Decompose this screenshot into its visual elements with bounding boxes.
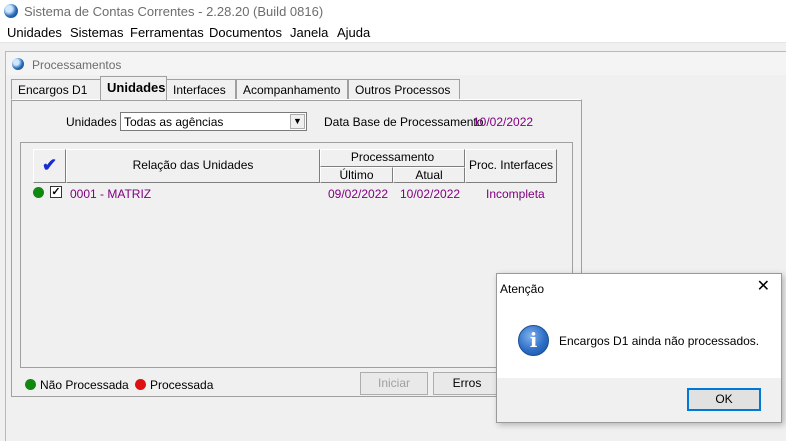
select-all-header[interactable]: ✔ [33, 149, 66, 183]
data-base-value: 10/02/2022 [473, 115, 534, 129]
row-atual: 10/02/2022 [400, 187, 461, 201]
alert-dialog: Atenção ✕ i Encargos D1 ainda não proces… [496, 273, 782, 423]
checkmark-icon: ✔ [42, 155, 58, 175]
ok-button[interactable]: OK [687, 388, 761, 411]
legend-red-dot [135, 379, 146, 390]
header-proc-interfaces[interactable]: Proc. Interfaces [465, 149, 557, 183]
legend-green-dot [25, 379, 36, 390]
menu-bar: Unidades Sistemas Ferramentas Documentos… [0, 24, 786, 43]
info-icon: i [518, 325, 549, 356]
dialog-message: Encargos D1 ainda não processados. [559, 334, 760, 348]
unidades-label: Unidades [66, 115, 117, 129]
header-ultimo[interactable]: Último [320, 167, 393, 183]
row-interfaces: Incompleta [486, 187, 545, 201]
close-icon[interactable]: ✕ [757, 279, 770, 295]
legend-nao-processada: Não Processada [40, 378, 129, 392]
tab-interfaces[interactable]: Interfaces [166, 79, 236, 99]
chevron-down-icon[interactable]: ▼ [290, 114, 305, 129]
tab-encargos-d1[interactable]: Encargos D1 [11, 79, 102, 99]
unidades-select-value: Todas as agências [124, 115, 224, 129]
header-relacao[interactable]: Relação das Unidades [66, 149, 320, 183]
dialog-title: Atenção [500, 282, 545, 296]
row-ultimo: 09/02/2022 [328, 187, 389, 201]
tab-acompanhamento[interactable]: Acompanhamento [236, 79, 348, 99]
data-base-label: Data Base de Processamento [324, 115, 484, 129]
iniciar-button[interactable]: Iniciar [360, 372, 428, 395]
app-icon [4, 4, 18, 18]
menu-documentos[interactable]: Documentos [209, 25, 282, 40]
title-bar: Sistema de Contas Correntes - 2.28.20 (B… [0, 0, 786, 24]
menu-ferramentas[interactable]: Ferramentas [130, 25, 204, 40]
menu-janela[interactable]: Janela [290, 25, 328, 40]
tab-unidades[interactable]: Unidades [100, 76, 167, 100]
child-app-icon [12, 58, 24, 70]
row-checkbox[interactable]: ✓ [50, 186, 62, 198]
window-title: Sistema de Contas Correntes - 2.28.20 (B… [24, 4, 324, 19]
menu-sistemas[interactable]: Sistemas [70, 25, 123, 40]
row-unidade: 0001 - MATRIZ [70, 187, 152, 201]
header-atual[interactable]: Atual [393, 167, 465, 183]
child-window-title: Processamentos [32, 58, 122, 72]
tab-outros-processos[interactable]: Outros Processos [348, 79, 460, 99]
menu-ajuda[interactable]: Ajuda [337, 25, 370, 40]
erros-button[interactable]: Erros [433, 372, 501, 395]
header-processamento: Processamento [320, 149, 465, 167]
dialog-footer: OK [497, 378, 781, 422]
unidades-select[interactable]: Todas as agências ▼ [120, 112, 307, 131]
legend-processada: Processada [150, 378, 214, 392]
status-dot-nao-processada [33, 187, 44, 198]
menu-unidades[interactable]: Unidades [7, 25, 62, 40]
child-title-bar: Processamentos [6, 52, 786, 75]
